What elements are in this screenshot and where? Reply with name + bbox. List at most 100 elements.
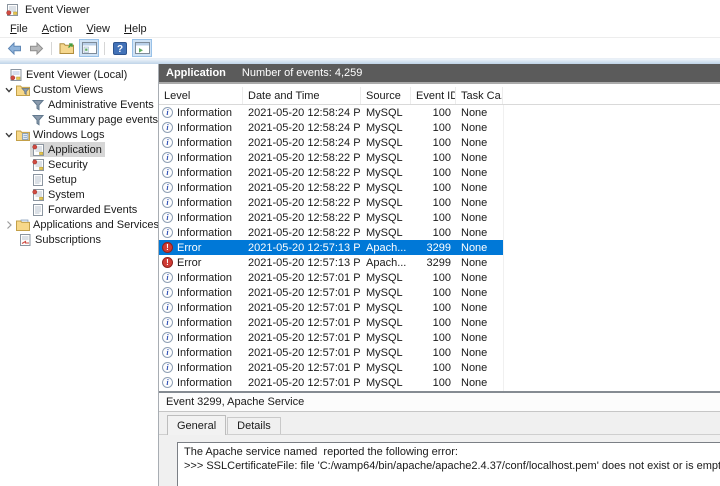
event-row[interactable]: iInformation2021-05-20 12:58:22 PMMySQL1…: [159, 165, 504, 180]
task-cell: None: [456, 152, 503, 164]
event-row[interactable]: iInformation2021-05-20 12:57:01 PMMySQL1…: [159, 360, 504, 375]
tree-node: Windows Logs: [15, 127, 108, 142]
title-bar: Event Viewer: [0, 0, 720, 20]
event-row[interactable]: iInformation2021-05-20 12:58:24 PMMySQL1…: [159, 120, 504, 135]
level-label: Error: [177, 242, 201, 254]
level-label: Information: [177, 152, 232, 164]
tree-item-system[interactable]: System: [0, 187, 158, 202]
event-row[interactable]: iInformation2021-05-20 12:58:22 PMMySQL1…: [159, 225, 504, 240]
info-icon: i: [162, 302, 173, 313]
source-cell: MySQL: [361, 122, 411, 134]
menu-item-file[interactable]: File: [3, 21, 35, 37]
chevron-down-icon[interactable]: [2, 85, 15, 95]
level-label: Information: [177, 167, 232, 179]
chevron-down-icon[interactable]: [2, 130, 15, 140]
event-id-cell: 100: [411, 332, 456, 344]
datetime-cell: 2021-05-20 12:58:22 PM: [243, 212, 361, 224]
level-label: Information: [177, 227, 232, 239]
event-row[interactable]: iInformation2021-05-20 12:58:22 PMMySQL1…: [159, 195, 504, 210]
tree-item-custom-views[interactable]: Custom Views: [0, 82, 158, 97]
event-id-cell: 100: [411, 287, 456, 299]
event-row[interactable]: iInformation2021-05-20 12:57:01 PMMySQL1…: [159, 330, 504, 345]
tree-item-windows-logs[interactable]: Windows Logs: [0, 127, 158, 142]
event-id-cell: 100: [411, 122, 456, 134]
action-pane-icon[interactable]: [132, 39, 152, 57]
datetime-cell: 2021-05-20 12:57:01 PM: [243, 347, 361, 359]
tree-item-label: Security: [48, 159, 88, 171]
level-label: Information: [177, 377, 232, 389]
column-header-task-ca[interactable]: Task Ca...: [456, 87, 503, 104]
log-icon: [31, 158, 45, 172]
menu-item-action[interactable]: Action: [35, 21, 80, 37]
level-cell: iInformation: [159, 182, 243, 194]
datetime-cell: 2021-05-20 12:57:01 PM: [243, 362, 361, 374]
level-label: Information: [177, 122, 232, 134]
event-row[interactable]: iInformation2021-05-20 12:57:01 PMMySQL1…: [159, 315, 504, 330]
task-cell: None: [456, 257, 503, 269]
level-label: Information: [177, 332, 232, 344]
info-icon: i: [162, 317, 173, 328]
console-tree-icon[interactable]: [79, 39, 99, 57]
menu-bar: FileActionViewHelp: [0, 20, 720, 38]
column-header-level[interactable]: Level: [159, 87, 243, 104]
forward-arrow-icon[interactable]: [26, 39, 46, 57]
tree-item-label: Setup: [48, 174, 77, 186]
level-cell: iInformation: [159, 347, 243, 359]
folder-logs-icon: [16, 128, 30, 142]
event-row[interactable]: iInformation2021-05-20 12:58:24 PMMySQL1…: [159, 135, 504, 150]
tree-node: Administrative Events: [30, 97, 157, 112]
back-arrow-icon[interactable]: [4, 39, 24, 57]
menu-item-view[interactable]: View: [79, 21, 117, 37]
info-icon: i: [162, 107, 173, 118]
event-row[interactable]: !Error2021-05-20 12:57:13 PMApach...3299…: [159, 255, 504, 270]
event-row[interactable]: iInformation2021-05-20 12:58:22 PMMySQL1…: [159, 150, 504, 165]
event-row[interactable]: iInformation2021-05-20 12:58:22 PMMySQL1…: [159, 210, 504, 225]
event-row[interactable]: iInformation2021-05-20 12:57:01 PMMySQL1…: [159, 285, 504, 300]
tree-item-label: Custom Views: [33, 84, 103, 96]
tree-item-security[interactable]: Security: [0, 157, 158, 172]
tab-details[interactable]: Details: [227, 417, 281, 434]
info-icon: i: [162, 167, 173, 178]
column-header-source[interactable]: Source: [361, 87, 411, 104]
source-cell: Apach...: [361, 242, 411, 254]
event-row[interactable]: iInformation2021-05-20 12:57:01 PMMySQL1…: [159, 300, 504, 315]
source-cell: MySQL: [361, 362, 411, 374]
event-viewer-icon: [9, 68, 23, 82]
open-saved-log-icon[interactable]: [57, 39, 77, 57]
level-cell: iInformation: [159, 212, 243, 224]
datetime-cell: 2021-05-20 12:57:01 PM: [243, 272, 361, 284]
datetime-cell: 2021-05-20 12:57:01 PM: [243, 302, 361, 314]
message-line: The Apache service named reported the fo…: [184, 445, 720, 459]
column-header-event-id[interactable]: Event ID: [411, 87, 456, 104]
event-row[interactable]: iInformation2021-05-20 12:58:24 PMMySQL1…: [159, 105, 504, 120]
help-icon[interactable]: ?: [110, 39, 130, 57]
column-header-date-and-time[interactable]: Date and Time: [243, 87, 361, 104]
datetime-cell: 2021-05-20 12:58:22 PM: [243, 197, 361, 209]
tree-item-administrative-events[interactable]: Administrative Events: [0, 97, 158, 112]
event-id-cell: 100: [411, 317, 456, 329]
tree-item-event-viewer-local[interactable]: Event Viewer (Local): [0, 67, 158, 82]
log-plain-icon: [31, 173, 45, 187]
tree-item-subscriptions[interactable]: Subscriptions: [0, 232, 158, 247]
level-label: Information: [177, 347, 232, 359]
tree-item-application[interactable]: Application: [0, 142, 158, 157]
tab-general[interactable]: General: [167, 415, 226, 435]
chevron-right-icon[interactable]: [2, 220, 15, 230]
source-cell: MySQL: [361, 347, 411, 359]
level-cell: iInformation: [159, 377, 243, 389]
event-row[interactable]: iInformation2021-05-20 12:57:01 PMMySQL1…: [159, 375, 504, 390]
menu-item-help[interactable]: Help: [117, 21, 154, 37]
tree-item-applications-and-services-lo[interactable]: Applications and Services Lo: [0, 217, 158, 232]
event-row[interactable]: iInformation2021-05-20 12:57:01 PMMySQL1…: [159, 345, 504, 360]
tree-item-forwarded-events[interactable]: Forwarded Events: [0, 202, 158, 217]
event-id-cell: 100: [411, 302, 456, 314]
tree-item-summary-page-events[interactable]: Summary page events: [0, 112, 158, 127]
event-row[interactable]: iInformation2021-05-20 12:57:01 PMMySQL1…: [159, 270, 504, 285]
tree-item-setup[interactable]: Setup: [0, 172, 158, 187]
event-row[interactable]: iInformation2021-05-20 12:58:22 PMMySQL1…: [159, 180, 504, 195]
event-row[interactable]: !Error2021-05-20 12:57:13 PMApach...3299…: [159, 240, 504, 255]
level-cell: iInformation: [159, 197, 243, 209]
source-cell: MySQL: [361, 137, 411, 149]
datetime-cell: 2021-05-20 12:57:13 PM: [243, 257, 361, 269]
level-label: Error: [177, 257, 201, 269]
